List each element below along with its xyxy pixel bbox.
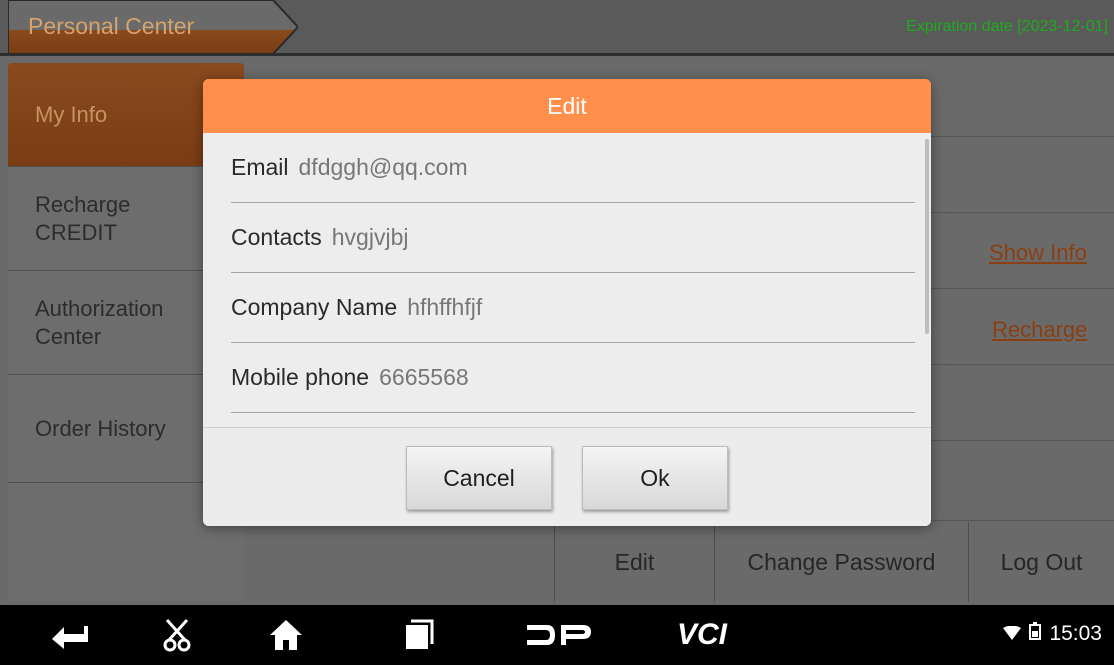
recharge-link[interactable]: Recharge bbox=[992, 317, 1087, 343]
mobile-phone-field[interactable]: Mobile phone 6665568 bbox=[231, 343, 915, 413]
log-out-button[interactable]: Log Out bbox=[968, 522, 1114, 602]
sidebar-item-label: Recharge CREDIT bbox=[35, 191, 131, 245]
tab-title: Personal Center bbox=[28, 13, 195, 39]
edit-button[interactable]: Edit bbox=[554, 522, 714, 602]
battery-icon bbox=[1029, 622, 1042, 646]
action-buttons: Edit Change Password Log Out bbox=[554, 522, 1114, 602]
email-value: dfdggh@qq.com bbox=[298, 154, 468, 180]
dialog-scrollbar[interactable] bbox=[925, 139, 929, 334]
sidebar-item-label: Order History bbox=[35, 415, 166, 441]
dialog-footer: Cancel Ok bbox=[203, 427, 931, 526]
company-name-label: Company Name bbox=[231, 294, 398, 320]
wifi-icon bbox=[1003, 622, 1022, 646]
recent-apps-icon[interactable] bbox=[401, 615, 437, 655]
cancel-button[interactable]: Cancel bbox=[406, 446, 552, 510]
contacts-field[interactable]: Contacts hvgjvjbj bbox=[231, 203, 915, 273]
edit-dialog: Edit Email dfdggh@qq.com Contacts hvgjvj… bbox=[203, 79, 931, 526]
show-info-link[interactable]: Show Info bbox=[989, 240, 1087, 266]
back-icon[interactable] bbox=[48, 615, 92, 655]
contacts-value: hvgjvjbj bbox=[331, 224, 409, 250]
system-nav-bar: VCI 15:03 bbox=[0, 605, 1114, 665]
contacts-label: Contacts bbox=[231, 224, 322, 250]
expiration-date: Expiration date [2023-12-01] bbox=[906, 18, 1108, 35]
vci-icon[interactable]: VCI bbox=[662, 615, 742, 655]
dp-logo-icon[interactable] bbox=[524, 615, 594, 655]
sidebar-item-label: My Info bbox=[35, 101, 108, 127]
email-field[interactable]: Email dfdggh@qq.com bbox=[231, 133, 915, 203]
status-area: 15:03 bbox=[1003, 622, 1102, 646]
sidebar-item-label: Authorization Center bbox=[35, 295, 164, 349]
dialog-title: Edit bbox=[203, 79, 931, 133]
header-bar: Personal Center Expiration date [2023-12… bbox=[0, 0, 1114, 56]
clock: 15:03 bbox=[1049, 622, 1102, 645]
company-name-value: hfhffhfjf bbox=[407, 294, 483, 320]
home-icon[interactable] bbox=[264, 615, 308, 655]
mobile-phone-value: 6665568 bbox=[379, 364, 469, 390]
email-label: Email bbox=[231, 154, 289, 180]
scissors-icon[interactable] bbox=[157, 615, 197, 655]
company-name-field[interactable]: Company Name hfhffhfjf bbox=[231, 273, 915, 343]
mobile-phone-label: Mobile phone bbox=[231, 364, 370, 390]
change-password-button[interactable]: Change Password bbox=[714, 522, 968, 602]
ok-button[interactable]: Ok bbox=[582, 446, 728, 510]
